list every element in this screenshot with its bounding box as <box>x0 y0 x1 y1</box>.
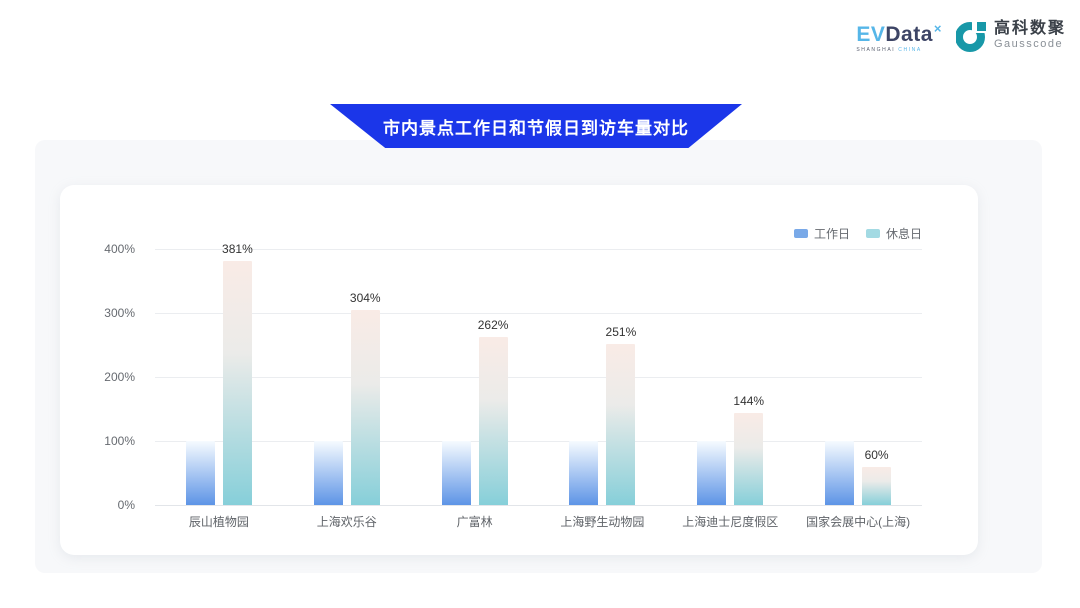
gridline <box>155 313 922 314</box>
page-title: 市内景点工作日和节假日到访车量对比 <box>383 114 689 139</box>
gausscode-icon <box>956 19 988 53</box>
y-axis-tick: 400% <box>77 242 135 256</box>
header-logos: EVData× SHANGHAI CHINA 高科数聚 Gausscode <box>856 18 1066 53</box>
gausscode-cn: 高科数聚 <box>994 20 1066 38</box>
bar-restday[interactable] <box>862 467 891 505</box>
bar-workday[interactable] <box>186 441 215 505</box>
gridline <box>155 441 922 442</box>
chart-title-banner: 市内景点工作日和节假日到访车量对比 <box>330 104 742 148</box>
bar-restday[interactable] <box>479 337 508 505</box>
bar-workday[interactable] <box>442 441 471 505</box>
evdata-ev: EV <box>856 23 885 46</box>
bar-value-label: 304% <box>335 291 395 305</box>
bar-workday[interactable] <box>569 441 598 505</box>
gausscode-logo: 高科数聚 Gausscode <box>956 19 1066 53</box>
gridline <box>155 505 922 506</box>
bar-restday[interactable] <box>351 310 380 505</box>
chart-plot-area: 400%300%200%100%0%381%辰山植物园304%上海欢乐谷262%… <box>155 249 922 505</box>
legend-swatch <box>866 229 880 238</box>
y-axis-tick: 200% <box>77 370 135 384</box>
y-axis-tick: 0% <box>77 498 135 512</box>
gausscode-text: 高科数聚 Gausscode <box>994 20 1066 51</box>
legend-item[interactable]: 工作日 <box>794 225 850 242</box>
legend-label: 工作日 <box>814 225 850 242</box>
bar-restday[interactable] <box>223 261 252 505</box>
legend-swatch <box>794 229 808 238</box>
bar-value-label: 251% <box>591 325 651 339</box>
y-axis-tick: 300% <box>77 306 135 320</box>
x-axis-label: 国家会展中心(上海) <box>783 513 933 530</box>
bar-value-label: 60% <box>847 448 907 462</box>
gausscode-en: Gausscode <box>994 38 1066 51</box>
evdata-wordmark: EVData× <box>856 18 942 46</box>
chart-card: 工作日 休息日 400%300%200%100%0%381%辰山植物园304%上海… <box>60 185 978 555</box>
bar-value-label: 144% <box>719 394 779 408</box>
evdata-x-mark: × <box>934 21 942 36</box>
evdata-logo: EVData× SHANGHAI CHINA <box>856 18 942 53</box>
bar-workday[interactable] <box>697 441 726 505</box>
y-axis-tick: 100% <box>77 434 135 448</box>
chart-legend: 工作日 休息日 <box>794 225 922 242</box>
bar-value-label: 262% <box>463 318 523 332</box>
legend-item[interactable]: 休息日 <box>866 225 922 242</box>
evdata-subtext: SHANGHAI CHINA <box>856 47 921 53</box>
bar-workday[interactable] <box>314 441 343 505</box>
bar-value-label: 381% <box>207 242 267 256</box>
evdata-data: Data <box>885 23 933 46</box>
chart-panel: 工作日 休息日 400%300%200%100%0%381%辰山植物园304%上海… <box>35 140 1042 573</box>
legend-label: 休息日 <box>886 225 922 242</box>
bar-restday[interactable] <box>734 413 763 505</box>
gridline <box>155 377 922 378</box>
bar-restday[interactable] <box>606 344 635 505</box>
gridline <box>155 249 922 250</box>
